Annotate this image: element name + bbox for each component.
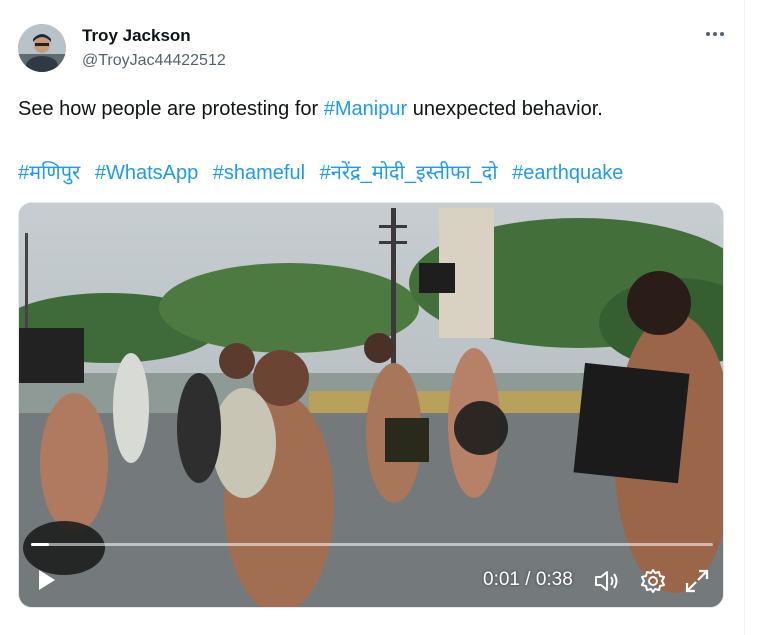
settings-button[interactable] xyxy=(639,567,667,595)
timeline-border xyxy=(744,0,745,635)
tweet-text: See how people are protesting for #Manip… xyxy=(18,98,603,121)
video-progress-bar[interactable] xyxy=(31,543,713,546)
hashtag-link[interactable]: #WhatsApp xyxy=(95,162,198,184)
tweet-header: Troy Jackson @TroyJac44422512 xyxy=(18,24,728,74)
more-options-button[interactable] xyxy=(701,24,729,48)
hashtag-link[interactable]: #earthquake xyxy=(512,162,623,184)
censor-blur xyxy=(454,401,508,455)
play-button[interactable] xyxy=(33,567,59,593)
author-handle[interactable]: @TroyJac44422512 xyxy=(82,52,226,70)
hashtag-link[interactable]: #shameful xyxy=(213,162,305,184)
video-progress-fill xyxy=(31,543,49,546)
video-frame xyxy=(19,203,723,607)
fullscreen-button[interactable] xyxy=(683,567,711,595)
tweet-text-after: unexpected behavior. xyxy=(407,98,603,120)
more-horizontal-icon xyxy=(706,32,724,36)
author-name[interactable]: Troy Jackson xyxy=(82,26,191,46)
author-avatar[interactable] xyxy=(18,24,66,72)
video-player[interactable]: 0:01 / 0:38 xyxy=(18,202,724,608)
hashtag-link[interactable]: #मणिपुर xyxy=(18,162,80,184)
hashtag-link[interactable]: #नरेंद्र_मोदी_इस्तीफा_दो xyxy=(320,162,498,184)
play-icon xyxy=(39,570,55,590)
settings-icon xyxy=(641,569,665,593)
fullscreen-icon xyxy=(685,569,709,593)
volume-icon xyxy=(595,571,618,591)
manipur-hashtag-link[interactable]: #Manipur xyxy=(324,98,407,120)
tweet-text-before: See how people are protesting for xyxy=(18,98,324,120)
mute-button[interactable] xyxy=(593,567,621,595)
video-time-display: 0:01 / 0:38 xyxy=(483,569,573,590)
hashtag-row: #मणिपुर #WhatsApp #shameful #नरेंद्र_मोद… xyxy=(18,158,632,185)
